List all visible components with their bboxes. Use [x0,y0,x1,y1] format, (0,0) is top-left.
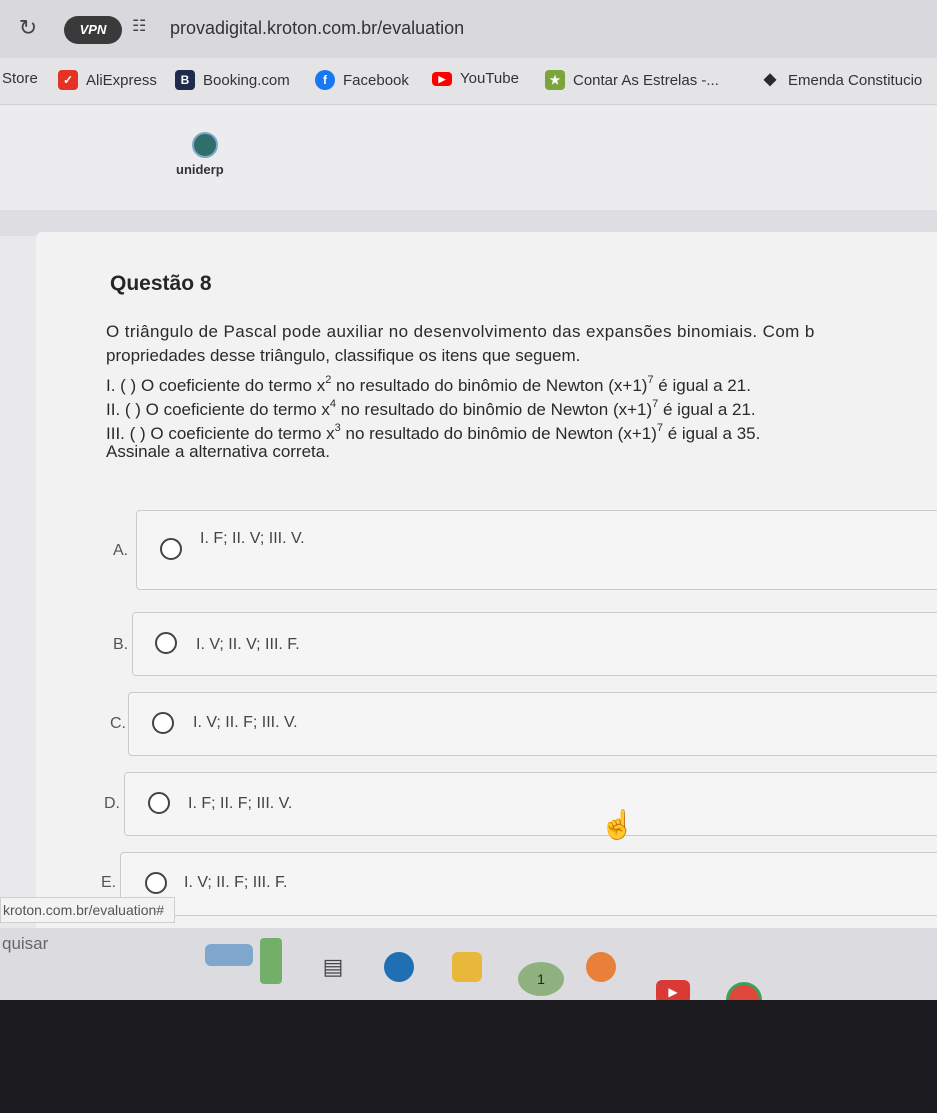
star-icon: ★ [545,70,565,90]
question-statement: O triângulo de Pascal pode auxiliar no d… [106,320,936,464]
bookmark-label: AliExpress [86,71,157,89]
option-b-radio[interactable] [155,632,177,654]
bookmark-label: Facebook [343,71,409,89]
hand-cursor-icon: ☝ [600,809,635,840]
address-bar-row: ↻ VPN ☷ provadigital.kroton.com.br/evalu… [0,0,937,58]
bookmark-label: YouTube [460,70,519,87]
bookmark-store[interactable]: Store [2,70,38,87]
option-text: I. F; II. F; III. V. [188,795,293,812]
instruction: Assinale a alternativa correta. [106,442,330,461]
option-letter: E. [101,874,117,891]
aliexpress-icon: ✓ [58,70,78,90]
edge-icon[interactable] [384,952,414,982]
file-explorer-icon[interactable] [452,952,482,982]
option-e-radio[interactable] [145,872,167,894]
option-text: I. F; II. V; III. V. [200,530,305,547]
question-title: Questão 8 [110,272,212,295]
bookmark-label: Contar As Estrelas -... [573,71,719,89]
option-d-radio[interactable] [148,792,170,814]
bookmark-contar-estrelas[interactable]: ★ Contar As Estrelas -... [545,70,719,90]
statement-item: II. ( ) O coeficiente do termo x4 no res… [106,392,936,419]
youtube-icon: ▶ [432,71,452,86]
url-field[interactable]: provadigital.kroton.com.br/evaluation [170,18,464,39]
option-letter: D. [104,795,120,812]
site-settings-icon[interactable]: ☷ [132,16,146,36]
bookmark-youtube[interactable]: ▶ YouTube [432,70,519,87]
globe-icon [192,132,218,158]
battery-widget-icon[interactable] [260,938,282,984]
taskbar-search[interactable]: quisar [2,934,48,954]
whatsapp-icon[interactable]: 1 [518,962,564,996]
bookmarks-bar: Store ✓ AliExpress B Booking.com f Faceb… [0,58,937,105]
vpn-extension-badge[interactable]: VPN [64,16,122,44]
item-text: no resultado do binômio de Newton (x+1) [340,424,657,443]
bookmark-label: Booking.com [203,71,290,89]
reload-icon[interactable]: ↻ [14,14,42,42]
booking-icon: B [175,70,195,90]
weather-widget-icon[interactable] [205,944,253,966]
option-letter: C. [110,715,126,732]
bookmark-booking[interactable]: B Booking.com [175,70,290,90]
status-bar-url: kroton.com.br/evaluation# [0,897,176,923]
bookmark-aliexpress[interactable]: ✓ AliExpress [58,70,157,90]
option-c-radio[interactable] [152,712,174,734]
youtube-app-icon[interactable]: ▶ [656,980,690,1000]
option-a-radio[interactable] [160,538,182,560]
bookmark-label: Emenda Constitucio [788,71,923,89]
option-letter: B. [113,636,129,653]
statement-item: I. ( ) O coeficiente do termo x2 no resu… [106,368,936,395]
logo-text: uniderp [176,162,224,177]
option-text: I. V; II. F; III. V. [193,714,298,731]
app-icon[interactable] [586,952,616,982]
option-a[interactable] [136,510,937,590]
screen: ↻ VPN ☷ provadigital.kroton.com.br/evalu… [0,0,937,1000]
item-text: é igual a 35. [663,424,761,443]
intro-line: O triângulo de Pascal pode auxiliar no d… [106,322,815,341]
diamond-icon: ◆ [763,71,777,88]
bookmark-emenda[interactable]: ◆ Emenda Constitucio [760,70,922,90]
bookmark-facebook[interactable]: f Facebook [315,70,409,90]
site-header [0,105,937,210]
intro-line: propriedades desse triângulo, classifiqu… [106,346,581,365]
option-text: I. V; II. V; III. F. [196,636,300,653]
option-text: I. V; II. F; III. F. [184,874,288,891]
bookmark-label: Store [2,70,38,87]
option-letter: A. [113,542,129,559]
notification-count: 1 [537,971,545,987]
task-view-icon[interactable]: ▤ [318,952,348,982]
facebook-icon: f [315,70,335,90]
uniderp-logo[interactable]: uniderp [172,128,232,188]
statement-item: III. ( ) O coeficiente do termo x3 no re… [106,416,936,443]
